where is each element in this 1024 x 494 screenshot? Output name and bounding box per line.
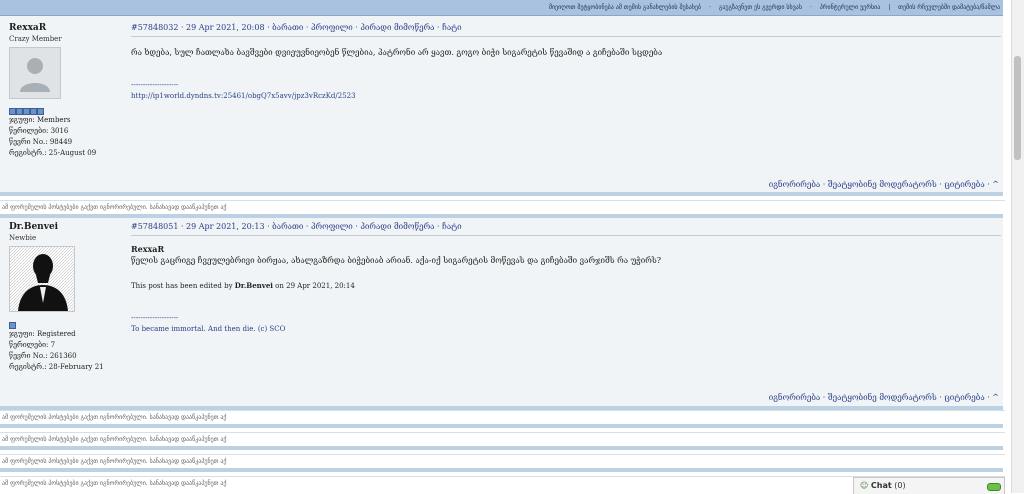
print-version-link[interactable]: პრინტერული ვერსია — [820, 4, 881, 11]
subscribe-thread-link[interactable]: მიეიღოთ შეტყობინება ამ თემის განახლების … — [549, 4, 701, 11]
rank-pip-icon — [16, 108, 23, 115]
post-text: რა ხდება, სულ ჩათლახა ბავშვები დვიეუვნიე… — [131, 48, 663, 57]
post-id-link[interactable]: #57848032 — [131, 23, 178, 32]
post-separator — [0, 446, 1003, 450]
ignored-post-notice[interactable]: ამ ფორუმელის პოსტებები გაქვთ იგნორირებულ… — [0, 200, 1005, 214]
favorite-thread-link[interactable]: თემის რჩეულებში დამატება/წაშლა — [898, 4, 1000, 11]
chat-toggle-icon[interactable] — [987, 483, 1001, 491]
post-actions[interactable]: იგნორირება · შეატყობინე მოდერატორს · ციტ… — [769, 180, 999, 189]
signature-divider: -------------------- — [131, 314, 179, 322]
rank-pip-icon — [9, 322, 16, 329]
chat-user-icon: ☺ — [860, 481, 869, 490]
edit-notice-author: Dr.Benvei — [234, 281, 273, 290]
ignored-post-notice[interactable]: ამ ფორუმელის პოსტებები გაქვთ იგნორირებულ… — [0, 454, 1005, 468]
author-member-number: წევრი No.: 98449 — [9, 138, 73, 146]
author-post-count: წერილები: 3016 — [9, 127, 69, 135]
post-date: · 29 Apr 2021, 20:13 · — [178, 222, 273, 231]
scrollbar-thumb[interactable] — [1014, 56, 1021, 160]
signature-text: To became immortal. And then die. (c) SC… — [131, 325, 286, 333]
post-separator — [0, 192, 1003, 196]
post: RexxaR Crazy Member ჯგუფი: Members წერილ… — [0, 16, 1003, 192]
separator: · — [709, 4, 711, 11]
thread-options-bar: მიეიღოთ შეტყობინება ამ თემის განახლების … — [0, 0, 1003, 16]
post-date: · 29 Apr 2021, 20:08 · — [178, 23, 273, 32]
author-rank: Newbie — [9, 234, 37, 242]
chat-count: (0) — [894, 481, 906, 490]
rank-pip-icon — [9, 108, 16, 115]
rank-pips — [9, 108, 124, 115]
send-page-link[interactable]: გაუგზავნეთ ეს გვერდი სხვას — [719, 4, 802, 11]
post-separator — [0, 468, 1003, 472]
post-author-panel: RexxaR Crazy Member ჯგუფი: Members წერილ… — [9, 23, 124, 158]
ignored-post-notice[interactable]: ამ ფორუმელის პოსტებები გაქვთ იგნორირებულ… — [0, 432, 1005, 446]
author-name[interactable]: RexxaR — [9, 23, 124, 33]
rank-pip-icon — [23, 108, 30, 115]
post-author-panel: Dr.Benvei Newbie ჯგუფი: Registered წერილ… — [9, 222, 124, 372]
author-registered: რეგისტრ.: 28-February 21 — [9, 363, 104, 371]
silhouette-portrait-icon — [10, 247, 74, 311]
author-name[interactable]: Dr.Benvei — [9, 222, 124, 232]
rank-pip-icon — [30, 108, 37, 115]
post-id-link[interactable]: #57848051 — [131, 222, 178, 231]
author-registered: რეგისტრ.: 25-August 09 — [9, 149, 97, 157]
avatar — [9, 246, 75, 312]
default-user-icon — [10, 48, 60, 98]
author-post-count: წერილები: 7 — [9, 341, 56, 349]
author-group: ჯგუფი: Registered — [9, 330, 76, 338]
post-actions[interactable]: იგნორირება · შეატყობინე მოდერატორს · ციტ… — [769, 393, 999, 402]
ignored-post-notice[interactable]: ამ ფორუმელის პოსტებები გაქვთ იგნორირებულ… — [0, 410, 1005, 424]
author-rank: Crazy Member — [9, 35, 62, 43]
post-text: წელის გაცრიგე ჩვეულებრივი ბირჟაა, ახალგა… — [131, 256, 661, 265]
author-group: ჯგუფი: Members — [9, 116, 71, 124]
post-header: #57848051 · 29 Apr 2021, 20:13 · ბარათი … — [131, 222, 1001, 236]
post-separator — [0, 424, 1003, 428]
chat-label: Chat — [870, 481, 892, 490]
rank-pip-icon — [37, 108, 44, 115]
post-content: #57848032 · 29 Apr 2021, 20:08 · ბარათი … — [131, 23, 1001, 100]
signature-divider: -------------------- — [131, 81, 179, 89]
post-header: #57848032 · 29 Apr 2021, 20:08 · ბარათი … — [131, 23, 1001, 37]
edit-notice-suffix: on 29 Apr 2021, 20:14 — [272, 282, 355, 290]
signature-link[interactable]: http://ip1world.dyndns.tv:25461/obgQ7x5a… — [131, 92, 1001, 100]
separator: · — [809, 4, 812, 11]
separator: | — [888, 4, 891, 11]
post-header-links[interactable]: ბარათი · პროფილი · პირადი მიმოწერა · ჩატ… — [272, 222, 461, 231]
post-content: #57848051 · 29 Apr 2021, 20:13 · ბარათი … — [131, 222, 1001, 333]
rank-pips — [9, 322, 124, 329]
edit-notice: This post has been edited by Dr.Benvei o… — [131, 281, 1001, 290]
chat-widget[interactable]: ☺ Chat (0) — [853, 477, 1005, 494]
author-member-number: წევრი No.: 261360 — [9, 352, 77, 360]
edit-notice-prefix: This post has been edited by — [131, 282, 235, 290]
avatar — [9, 47, 61, 99]
post-header-links[interactable]: ბარათი · პროფილი · პირადი მიმოწერა · ჩატ… — [272, 23, 461, 32]
post: Dr.Benvei Newbie ჯგუფი: Registered წერილ… — [0, 218, 1003, 406]
quoted-author: RexxaR — [131, 244, 165, 254]
